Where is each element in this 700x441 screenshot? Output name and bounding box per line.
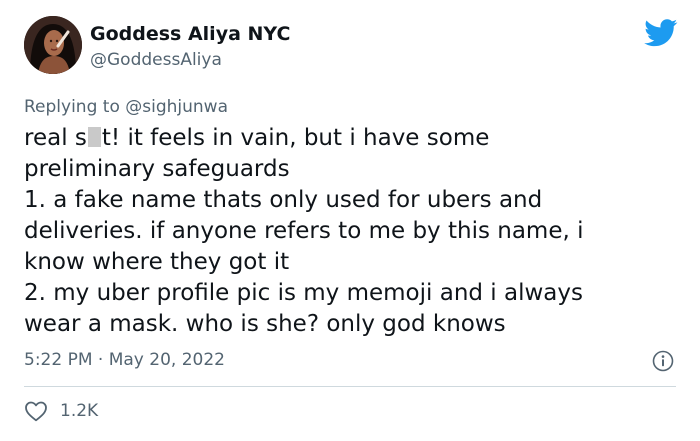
replying-to: Replying to @sighjunwa [24, 96, 228, 118]
heart-icon [25, 401, 47, 422]
like-count: 1.2K [60, 401, 99, 421]
display-name[interactable]: Goddess Aliya NYC [90, 22, 290, 46]
tweet-line-2: preliminary safeguards [24, 156, 290, 182]
tweet-line-1-end: t! it feels in vain, but i have some [101, 125, 490, 151]
tweet-line-7: wear a mask. who is she? only god knows [24, 311, 506, 337]
tweet-date: May 20, 2022 [108, 350, 225, 370]
user-handle[interactable]: @GoddessAliya [90, 49, 222, 71]
replying-prefix: Replying to [24, 97, 120, 117]
like-button[interactable]: 1.2K [24, 399, 98, 423]
tweet-time: 5:22 PM [24, 350, 93, 370]
tweet-line-1: real s t! it feels in vain, but i have so… [24, 123, 674, 154]
timestamp-separator: · [97, 350, 104, 370]
divider [24, 386, 676, 387]
tweet-line-6: 2. my uber profile pic is my memoji and … [24, 280, 583, 306]
censor-block [87, 127, 101, 147]
tweet-timestamp[interactable]: 5:22 PM · May 20, 2022 [24, 349, 225, 371]
tweet-text: real s t! it feels in vain, but i have so… [24, 123, 674, 340]
tweet-line-5: know where they got it [24, 249, 290, 275]
tweet-line-3: 1. a fake name thats only used for ubers… [24, 187, 543, 213]
tweet-line-4: deliveries. if anyone refers to me by th… [24, 218, 584, 244]
tweet-line-1-start: real s [24, 125, 87, 151]
twitter-bird-icon[interactable] [644, 19, 678, 47]
replying-to-mention[interactable]: @sighjunwa [125, 97, 228, 117]
info-icon[interactable] [652, 350, 674, 372]
avatar[interactable] [24, 16, 82, 74]
avatar-image [24, 16, 82, 74]
